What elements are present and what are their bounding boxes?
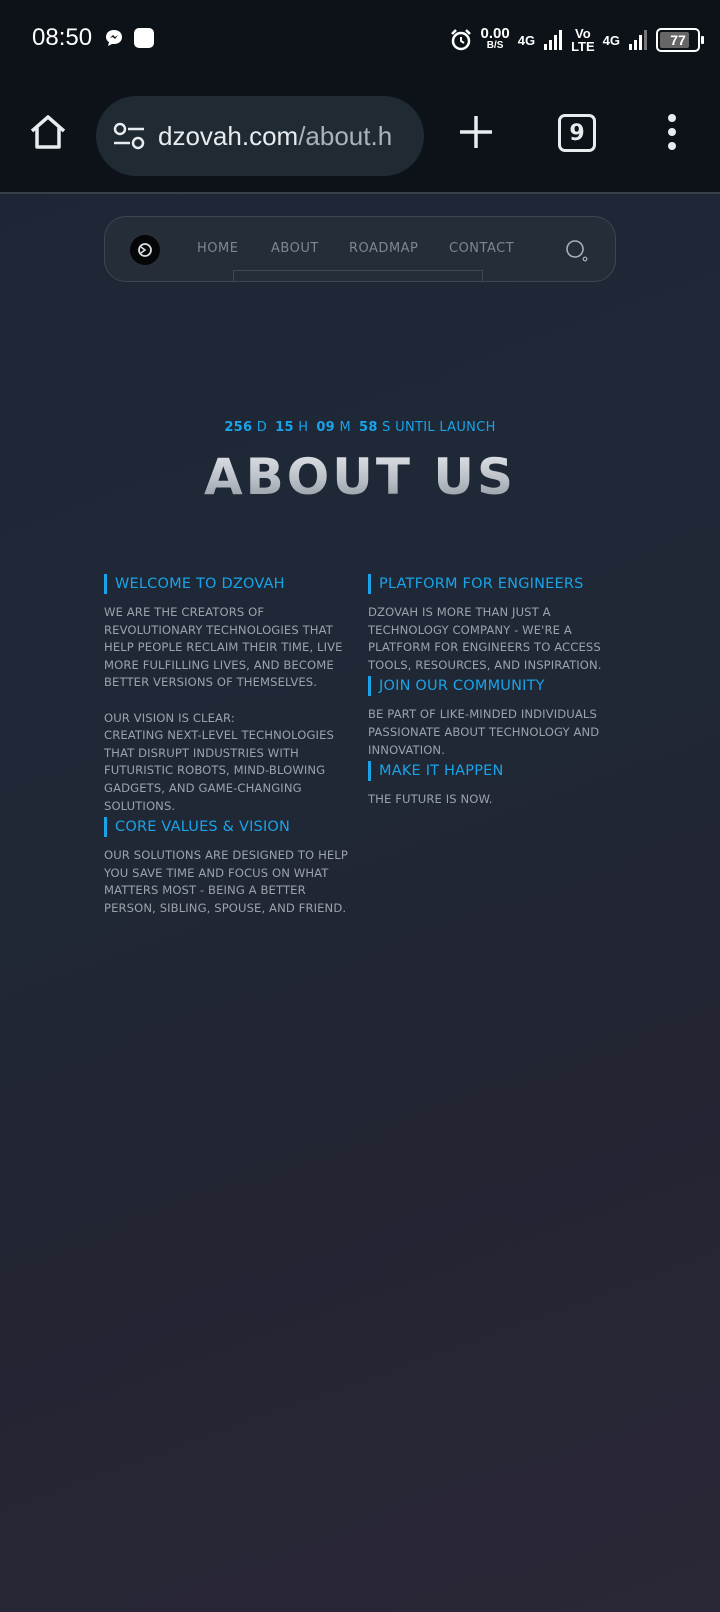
browser-toolbar: dzovah.com/about.h 9 xyxy=(0,80,720,194)
battery-icon: 77 xyxy=(656,28,704,52)
right-column: PLATFORM FOR ENGINEERS DZOVAH IS MORE TH… xyxy=(368,574,618,809)
welcome-text: WE ARE THE CREATORS OF REVOLUTIONARY TEC… xyxy=(104,605,343,813)
site-nav-bar: HOME ABOUT ROADMAP CONTACT xyxy=(104,216,616,282)
make-it-happen-heading: MAKE IT HAPPEN xyxy=(368,761,618,782)
nav-about[interactable]: ABOUT xyxy=(271,241,319,256)
community-text: BE PART OF LIKE-MINDED INDIVIDUALS PASSI… xyxy=(368,707,600,757)
status-bar: 08:50 0.00 B/S 4G Vo LTE 4G 77 xyxy=(0,0,720,80)
volte-badge: Vo LTE xyxy=(571,26,595,54)
sim2-type: 4G xyxy=(602,32,620,48)
platform-text: DZOVAH IS MORE THAN JUST A TECHNOLOGY CO… xyxy=(368,605,602,672)
sim1-type: 4G xyxy=(517,32,536,48)
url-bar[interactable]: dzovah.com/about.h xyxy=(96,96,424,176)
home-icon[interactable] xyxy=(28,112,68,152)
page-title: ABOUT US xyxy=(0,448,720,506)
left-column: WELCOME TO DZOVAH WE ARE THE CREATORS OF… xyxy=(104,574,352,918)
search-icon[interactable] xyxy=(565,239,589,263)
platform-heading: PLATFORM FOR ENGINEERS xyxy=(368,574,618,594)
nav-roadmap[interactable]: ROADMAP xyxy=(349,241,418,256)
net-speed: 0.00 B/S xyxy=(480,25,510,51)
messenger-icon xyxy=(106,30,122,46)
signal-icon xyxy=(544,30,563,50)
status-time: 08:50 xyxy=(32,24,93,51)
dzovah-logo[interactable] xyxy=(129,234,161,266)
launch-countdown: 256 D 15 H 09 M 58 S UNTIL LAUNCH xyxy=(224,420,496,435)
make-it-happen-text: THE FUTURE IS NOW. xyxy=(368,792,493,807)
community-heading: JOIN OUR COMMUNITY xyxy=(368,676,618,697)
core-values-text: OUR SOLUTIONS ARE DESIGNED TO HELP YOU S… xyxy=(104,848,348,915)
signal-icon xyxy=(629,30,647,50)
core-values-heading: CORE VALUES & VISION xyxy=(104,817,352,838)
new-tab-icon[interactable] xyxy=(456,112,496,152)
nav-contact[interactable]: CONTACT xyxy=(449,241,514,256)
nav-home[interactable]: HOME xyxy=(197,241,238,256)
tabs-icon[interactable]: 9 xyxy=(558,114,596,152)
more-icon[interactable] xyxy=(664,112,680,152)
welcome-heading: WELCOME TO DZOVAH xyxy=(104,574,352,594)
alarm-icon xyxy=(450,29,471,51)
url-text[interactable]: dzovah.com/about.h xyxy=(158,121,392,152)
tab-count: 9 xyxy=(569,120,585,146)
logo-mark-icon xyxy=(138,243,152,257)
site-settings-icon[interactable] xyxy=(112,120,148,152)
nav-divider xyxy=(233,270,483,281)
app-square-icon xyxy=(134,28,154,48)
